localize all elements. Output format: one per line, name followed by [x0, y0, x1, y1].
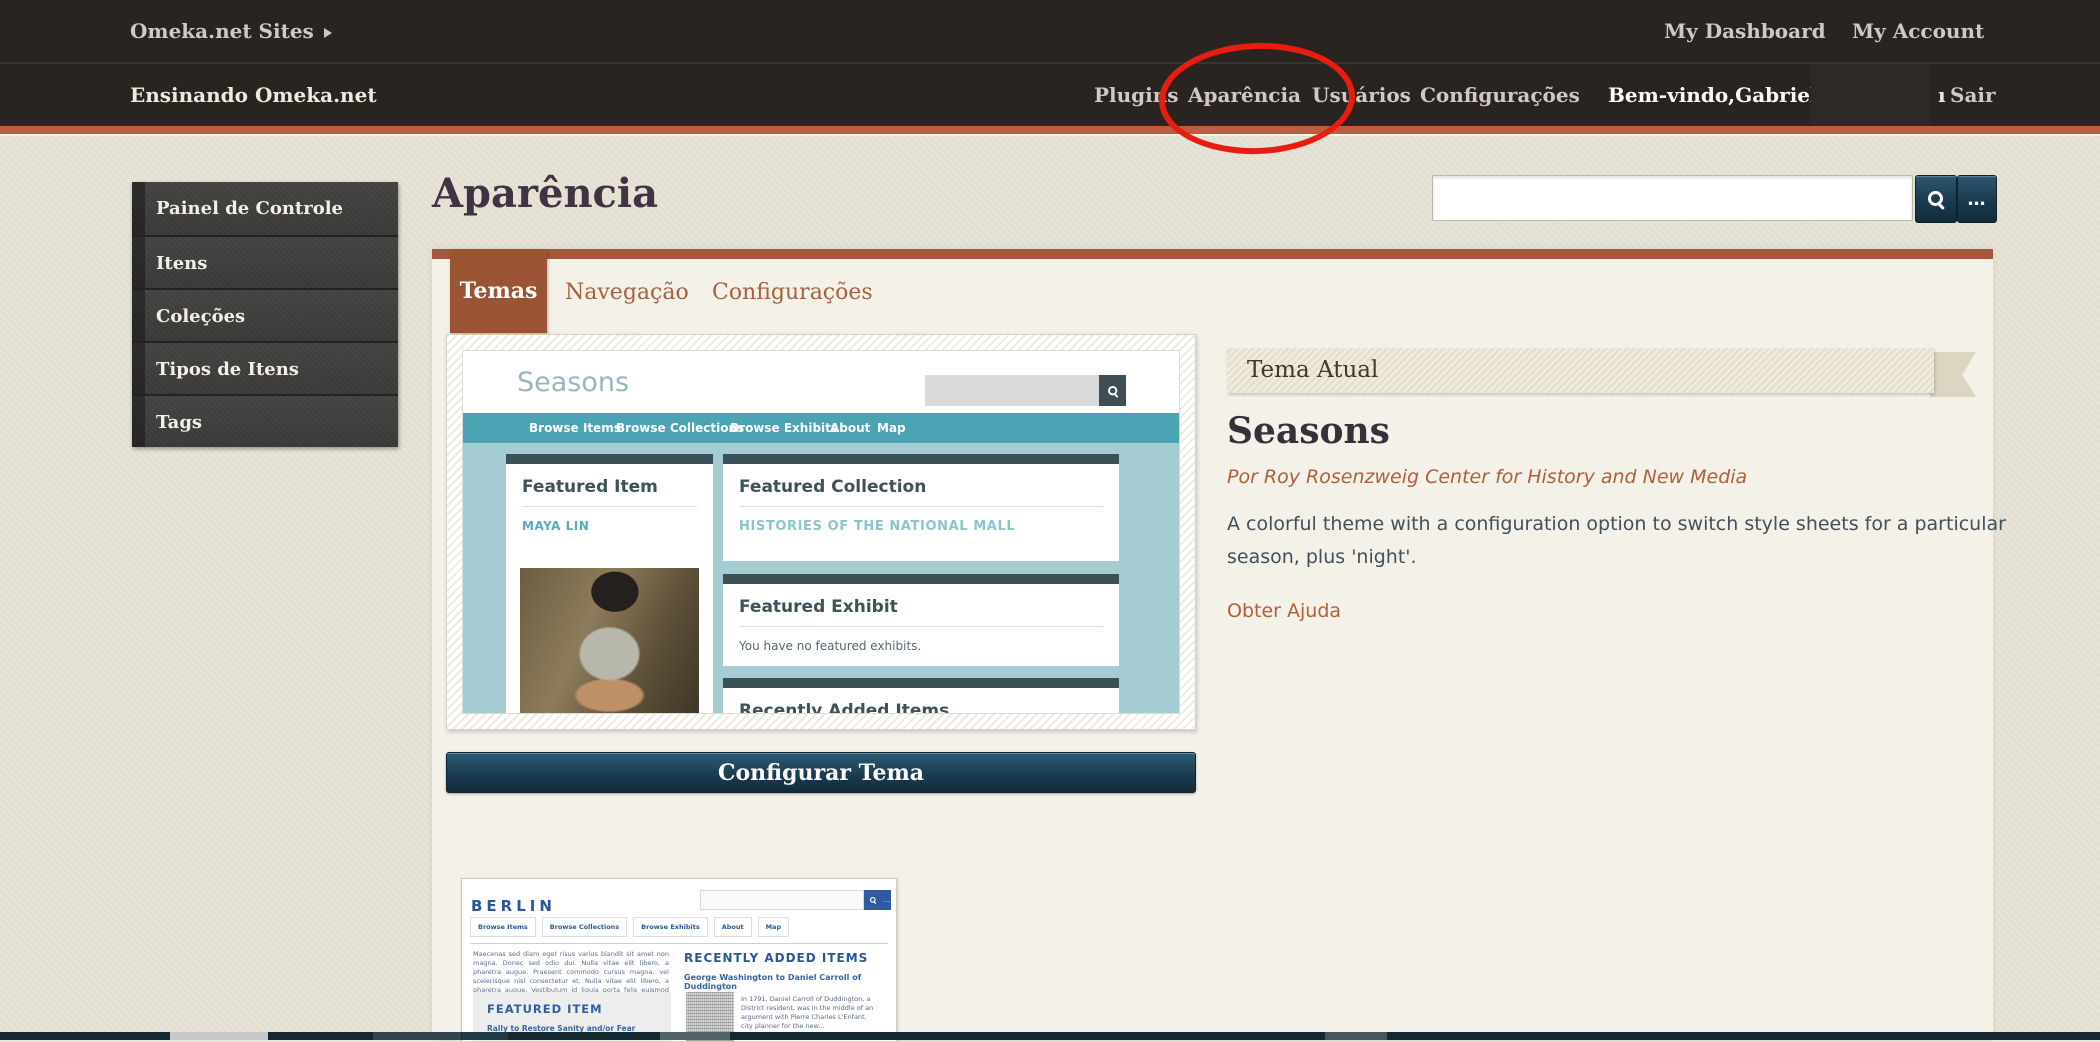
recently-added-heading: Recently Added Items: [739, 701, 1103, 714]
berlin-recent-heading: RECENTLY ADDED ITEMS: [684, 951, 868, 965]
featured-exhibit-text: You have no featured exhibits.: [739, 639, 1103, 653]
seasons-preview-body: Featured Item MAYA LIN Featured Collecti…: [463, 443, 1179, 713]
recently-added-box: Recently Added Items: [723, 678, 1119, 714]
sidebar: Painel de Controle Itens Coleções Tipos …: [132, 182, 398, 447]
taskbar-button[interactable]: [660, 1032, 730, 1040]
logout-link[interactable]: Sair: [1950, 64, 1996, 126]
berlin-nav-browse-items: Browse Items: [470, 917, 536, 937]
my-account-link[interactable]: My Account: [1852, 0, 1984, 62]
divider: [522, 506, 697, 507]
os-taskbar[interactable]: [0, 1032, 2100, 1040]
site-switcher-label: Omeka.net Sites: [130, 19, 314, 43]
seasons-nav-browse-items: Browse Items: [529, 413, 621, 443]
search-input[interactable]: [1432, 175, 1913, 221]
featured-collection-box: Featured Collection HISTORIES OF THE NAT…: [723, 454, 1119, 561]
seasons-nav-map: Map: [877, 413, 906, 443]
berlin-nav-about: About: [714, 917, 752, 937]
ellipsis-icon: …: [883, 896, 891, 904]
current-theme-banner: Tema Atual: [1227, 348, 1934, 393]
header-accent-border: [0, 126, 2100, 136]
get-help-link[interactable]: Obter Ajuda: [1227, 600, 1341, 622]
sidebar-item-tipos-de-itens[interactable]: Tipos de Itens: [132, 341, 398, 394]
configure-theme-button[interactable]: Configurar Tema: [446, 752, 1196, 793]
berlin-preview-search-button: …: [864, 890, 891, 910]
admin-bar: Ensinando Omeka.net Plugins Aparência Us…: [0, 64, 2100, 126]
sidebar-item-itens[interactable]: Itens: [132, 235, 398, 288]
featured-exhibit-heading: Featured Exhibit: [739, 597, 1103, 617]
berlin-featured-item-heading: FEATURED ITEM: [487, 1002, 603, 1016]
search-button[interactable]: [1915, 175, 1957, 223]
search-icon: [870, 897, 877, 904]
berlin-nav-browse-exhibits: Browse Exhibits: [633, 917, 708, 937]
sidebar-item-colecoes[interactable]: Coleções: [132, 288, 398, 341]
berlin-recent-link: George Washington to Daniel Carroll of D…: [684, 973, 896, 991]
featured-item-heading: Featured Item: [522, 477, 697, 497]
divider: [739, 626, 1103, 627]
seasons-preview-search-button: [1099, 375, 1126, 406]
sidebar-item-tags[interactable]: Tags: [132, 394, 398, 447]
seasons-preview-nav: Browse Items Browse Collections Browse E…: [463, 413, 1179, 443]
leaked-character: ı: [1938, 64, 1946, 126]
tab-navegacao[interactable]: Navegação: [565, 280, 689, 305]
current-theme-description: A colorful theme with a configuration op…: [1227, 508, 2009, 574]
featured-collection-heading: Featured Collection: [739, 477, 1103, 497]
redaction-box: [1811, 64, 1931, 126]
seasons-nav-browse-exhibits: Browse Exhibits: [730, 413, 838, 443]
divider: [470, 943, 888, 944]
berlin-recent-snippet: In 1791, Daniel Carroll of Duddington, a…: [741, 995, 879, 1031]
search-icon: [1107, 385, 1118, 396]
taskbar-button[interactable]: [170, 1032, 268, 1040]
current-theme-author: Por Roy Rosenzweig Center for History an…: [1227, 466, 1747, 488]
search-icon: [1927, 190, 1945, 208]
tab-configuracoes[interactable]: Configurações: [712, 280, 873, 305]
featured-item-box: Featured Item MAYA LIN: [506, 454, 713, 713]
top-user-bar: Omeka.net Sites My Dashboard My Account: [0, 0, 2100, 64]
featured-exhibit-box: Featured Exhibit You have no featured ex…: [723, 574, 1119, 666]
berlin-theme-card: BERLIN … Browse Items Browse Collections…: [461, 878, 897, 1042]
seasons-nav-browse-collections: Browse Collections: [616, 413, 744, 443]
site-switcher[interactable]: Omeka.net Sites: [130, 0, 332, 62]
nav-configuracoes[interactable]: Configurações: [1420, 64, 1580, 126]
taskbar-button[interactable]: [373, 1032, 461, 1040]
seasons-preview-logo: Seasons: [517, 367, 629, 398]
site-title-link[interactable]: Ensinando Omeka.net: [130, 64, 377, 126]
seasons-theme-card: Seasons Browse Items Browse Collections …: [446, 334, 1196, 730]
berlin-preview-search-input: [700, 890, 864, 910]
berlin-preview-nav: Browse Items Browse Collections Browse E…: [470, 917, 789, 937]
my-dashboard-link[interactable]: My Dashboard: [1664, 0, 1826, 62]
advanced-search-button[interactable]: …: [1957, 175, 1997, 223]
current-theme-name: Seasons: [1227, 410, 1390, 452]
welcome-user: Bem-vindo,Gabriel: [1608, 64, 1818, 126]
berlin-nav-map: Map: [758, 917, 790, 937]
berlin-preview-logo: BERLIN: [471, 897, 556, 915]
tab-temas[interactable]: Temas: [450, 249, 547, 333]
featured-collection-link: HISTORIES OF THE NATIONAL MALL: [739, 519, 1103, 534]
maya-lin-photo: [520, 568, 699, 713]
page-title: Aparência: [432, 170, 658, 217]
seasons-theme-screenshot: Seasons Browse Items Browse Collections …: [462, 350, 1180, 714]
seasons-nav-about: About: [830, 413, 870, 443]
seasons-preview-search-input: [925, 375, 1099, 406]
featured-item-link: MAYA LIN: [522, 519, 697, 533]
chevron-right-icon: [324, 28, 332, 38]
divider: [739, 506, 1103, 507]
screen: Omeka.net Sites My Dashboard My Account …: [0, 0, 2100, 1040]
sidebar-item-painel-de-controle[interactable]: Painel de Controle: [132, 182, 398, 235]
taskbar-button[interactable]: [1325, 1032, 1387, 1040]
berlin-nav-browse-collections: Browse Collections: [542, 917, 627, 937]
taskbar-button[interactable]: [462, 1032, 508, 1040]
